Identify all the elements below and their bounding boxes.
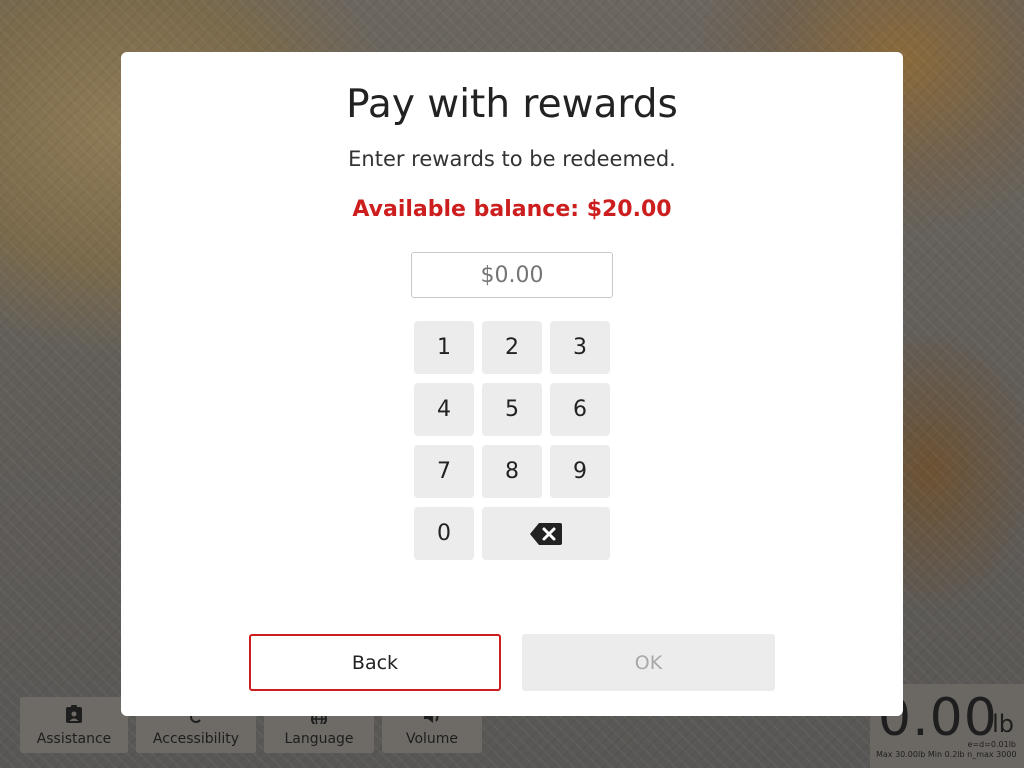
assistance-button[interactable]: Assistance xyxy=(20,697,128,753)
scale-limits: Max 30.00lb Min 0.2lb n_max 3000 xyxy=(876,750,1017,759)
assistance-label: Assistance xyxy=(36,731,112,747)
key-0[interactable]: 0 xyxy=(414,507,474,560)
assistance-icon xyxy=(65,704,83,727)
scale-unit: lb xyxy=(992,710,1014,738)
key-4[interactable]: 4 xyxy=(414,383,474,436)
scale-precision: e=d=0.01lb xyxy=(967,740,1016,749)
available-balance: Available balance: $20.00 xyxy=(352,197,672,222)
dialog-title: Pay with rewards xyxy=(346,82,678,127)
key-3[interactable]: 3 xyxy=(550,321,610,374)
language-label: Language xyxy=(284,731,354,747)
key-5[interactable]: 5 xyxy=(482,383,542,436)
ok-button[interactable]: OK xyxy=(522,634,775,691)
key-8[interactable]: 8 xyxy=(482,445,542,498)
pay-with-rewards-dialog: Pay with rewards Enter rewards to be red… xyxy=(121,52,903,716)
backspace-icon xyxy=(530,522,562,545)
key-6[interactable]: 6 xyxy=(550,383,610,436)
key-9[interactable]: 9 xyxy=(550,445,610,498)
key-2[interactable]: 2 xyxy=(482,321,542,374)
dialog-subtitle: Enter rewards to be redeemed. xyxy=(348,147,676,171)
kiosk-screen: Assistance Accessibility Language Volume… xyxy=(0,0,1024,768)
key-1[interactable]: 1 xyxy=(414,321,474,374)
back-button[interactable]: Back xyxy=(249,634,501,691)
rewards-amount-input[interactable] xyxy=(411,252,613,298)
key-7[interactable]: 7 xyxy=(414,445,474,498)
backspace-key[interactable] xyxy=(482,507,610,560)
accessibility-label: Accessibility xyxy=(152,731,240,747)
volume-label: Volume xyxy=(405,731,459,747)
